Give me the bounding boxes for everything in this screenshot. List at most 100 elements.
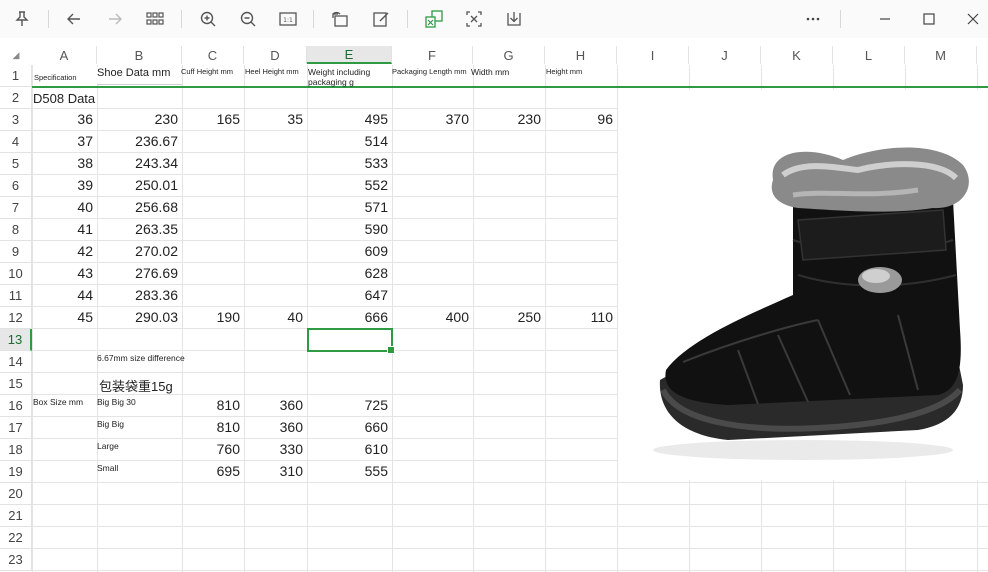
cell-c18[interactable]: 760 — [182, 441, 240, 457]
cell-b18-box-name[interactable]: Large — [97, 441, 119, 451]
row-header-5[interactable]: 5 — [0, 153, 32, 175]
col-header-i[interactable]: I — [617, 46, 689, 64]
cell-b1[interactable]: Shoe Data mm — [97, 67, 182, 85]
col-header-b[interactable]: B — [97, 46, 182, 64]
crop-icon[interactable] — [463, 8, 485, 30]
select-all-corner[interactable]: ◢ — [0, 46, 32, 64]
cell-a4[interactable]: 37 — [32, 133, 93, 149]
cell-d16[interactable]: 360 — [244, 397, 303, 413]
cell-h1[interactable]: Height mm — [546, 67, 582, 76]
zoom-in-icon[interactable] — [197, 8, 219, 30]
row-header-19[interactable]: 19 — [0, 461, 32, 483]
col-header-l[interactable]: L — [833, 46, 905, 64]
zoom-out-icon[interactable] — [237, 8, 259, 30]
pin-icon[interactable] — [11, 8, 33, 30]
cell-b6[interactable]: 250.01 — [97, 177, 178, 193]
col-header-k[interactable]: K — [761, 46, 833, 64]
col-header-c[interactable]: C — [182, 46, 244, 64]
more-icon[interactable] — [802, 8, 824, 30]
row-header-4[interactable]: 4 — [0, 131, 32, 153]
cell-e10[interactable]: 628 — [307, 265, 388, 281]
cell-e17[interactable]: 660 — [307, 419, 388, 435]
col-header-d[interactable]: D — [244, 46, 307, 64]
row-header-20[interactable]: 20 — [0, 483, 32, 505]
cell-e16[interactable]: 725 — [307, 397, 388, 413]
cell-b12[interactable]: 290.03 — [97, 309, 178, 325]
col-header-e[interactable]: E — [307, 46, 392, 64]
row-header-9[interactable]: 9 — [0, 241, 32, 263]
col-header-a[interactable]: A — [32, 46, 97, 64]
cell-e5[interactable]: 533 — [307, 155, 388, 171]
cell-a6[interactable]: 39 — [32, 177, 93, 193]
cell-d19[interactable]: 310 — [244, 463, 303, 479]
cell-g12[interactable]: 250 — [473, 309, 541, 325]
cell-d17[interactable]: 360 — [244, 419, 303, 435]
edit-icon[interactable] — [370, 8, 392, 30]
cell-e9[interactable]: 609 — [307, 243, 388, 259]
col-header-h[interactable]: H — [545, 46, 617, 64]
cell-e19[interactable]: 555 — [307, 463, 388, 479]
cell-c17[interactable]: 810 — [182, 419, 240, 435]
cell-a5[interactable]: 38 — [32, 155, 93, 171]
minimize-icon[interactable] — [874, 8, 896, 30]
cell-b7[interactable]: 256.68 — [97, 199, 178, 215]
selected-cell-e13[interactable] — [307, 328, 395, 354]
cell-h12[interactable]: 110 — [545, 309, 613, 325]
cell-d12[interactable]: 40 — [244, 309, 303, 325]
close-icon[interactable] — [962, 8, 984, 30]
cell-a12[interactable]: 45 — [32, 309, 93, 325]
cell-c16[interactable]: 810 — [182, 397, 240, 413]
cell-a16-box-label[interactable]: Box Size mm — [33, 397, 83, 407]
cell-a2-title[interactable]: D508 Data — [33, 91, 95, 106]
row-header-21[interactable]: 21 — [0, 505, 32, 527]
row-header-7[interactable]: 7 — [0, 197, 32, 219]
cell-b11[interactable]: 283.36 — [97, 287, 178, 303]
cell-b19-box-name[interactable]: Small — [97, 463, 118, 473]
cell-f1[interactable]: Packaging Length mm — [392, 67, 467, 76]
cell-a9[interactable]: 42 — [32, 243, 93, 259]
actual-size-icon[interactable]: 1:1 — [277, 8, 299, 30]
row-header-22[interactable]: 22 — [0, 527, 32, 549]
cell-a8[interactable]: 41 — [32, 221, 93, 237]
cell-b10[interactable]: 276.69 — [97, 265, 178, 281]
cell-a11[interactable]: 44 — [32, 287, 93, 303]
forward-arrow-icon[interactable] — [104, 8, 126, 30]
cell-e12[interactable]: 666 — [307, 309, 388, 325]
download-icon[interactable] — [503, 8, 525, 30]
back-arrow-icon[interactable] — [63, 8, 85, 30]
row-header-18[interactable]: 18 — [0, 439, 32, 461]
row-header-11[interactable]: 11 — [0, 285, 32, 307]
cell-b15-note[interactable]: 包装袋重15g — [99, 376, 173, 395]
cell-d1[interactable]: Heel Height mm — [245, 67, 299, 76]
cell-b3[interactable]: 230 — [97, 111, 178, 127]
cell-b5[interactable]: 243.34 — [97, 155, 178, 171]
row-header-17[interactable]: 17 — [0, 417, 32, 439]
cell-a10[interactable]: 43 — [32, 265, 93, 281]
cell-c1[interactable]: Cuff Height mm — [181, 67, 233, 76]
col-header-j[interactable]: J — [689, 46, 761, 64]
row-header-13[interactable]: 13 — [0, 329, 32, 351]
cell-b8[interactable]: 263.35 — [97, 221, 178, 237]
maximize-icon[interactable] — [918, 8, 940, 30]
cell-e1[interactable]: Weight including packaging g — [308, 67, 390, 87]
cell-b9[interactable]: 270.02 — [97, 243, 178, 259]
rotate-icon[interactable] — [329, 8, 351, 30]
row-header-1[interactable]: 1 — [0, 65, 32, 87]
grid-view-icon[interactable] — [144, 8, 166, 30]
col-header-f[interactable]: F — [392, 46, 473, 64]
cell-e7[interactable]: 571 — [307, 199, 388, 215]
cell-b4[interactable]: 236.67 — [97, 133, 178, 149]
col-header-g[interactable]: G — [473, 46, 545, 64]
col-header-m[interactable]: M — [905, 46, 977, 64]
cell-f3[interactable]: 370 — [392, 111, 469, 127]
row-header-8[interactable]: 8 — [0, 219, 32, 241]
cell-e11[interactable]: 647 — [307, 287, 388, 303]
cell-f12[interactable]: 400 — [392, 309, 469, 325]
cell-b14-note[interactable]: 6.67mm size difference — [97, 353, 187, 363]
row-header-16[interactable]: 16 — [0, 395, 32, 417]
row-header-6[interactable]: 6 — [0, 175, 32, 197]
cell-e6[interactable]: 552 — [307, 177, 388, 193]
cell-e4[interactable]: 514 — [307, 133, 388, 149]
cell-e18[interactable]: 610 — [307, 441, 388, 457]
cell-e3[interactable]: 495 — [307, 111, 388, 127]
